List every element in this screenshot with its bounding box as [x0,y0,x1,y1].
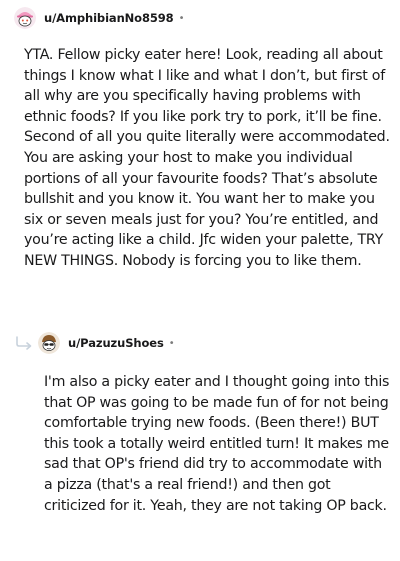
user-avatar-icon[interactable] [14,7,36,29]
comment-body: I'm also a picky eater and I thought goi… [44,372,392,516]
separator-dot: • [168,337,175,349]
comment-text: I'm also a picky eater and I thought goi… [44,374,390,514]
comment-text: YTA. Fellow picky eater here! Look, read… [24,47,390,269]
separator-dot: • [178,12,185,24]
comment-header: u/AmphibianNo8598 • [14,6,185,30]
reply-arrow-icon [14,335,36,355]
user-avatar-icon[interactable] [38,332,60,354]
comment-body: YTA. Fellow picky eater here! Look, read… [24,45,390,272]
comment-header: u/PazuzuShoes • [38,331,175,355]
username[interactable]: u/PazuzuShoes [68,336,164,350]
username[interactable]: u/AmphibianNo8598 [44,11,174,25]
